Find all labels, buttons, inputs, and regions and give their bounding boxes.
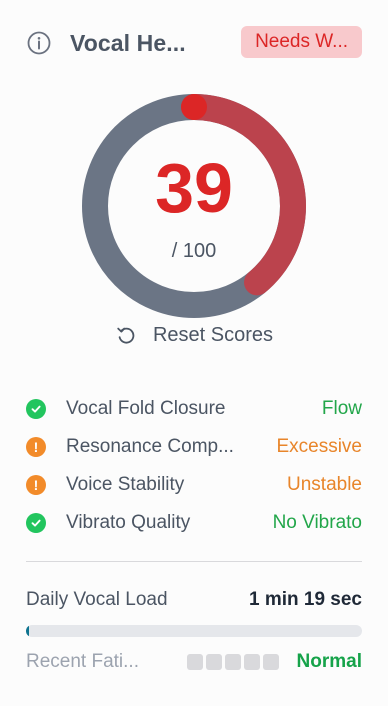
page-title: Vocal He... <box>70 29 186 56</box>
reset-scores-label: Reset Scores <box>152 323 274 346</box>
metrics-list: Vocal Fold Closure Flow ! Resonance Comp… <box>26 390 362 542</box>
daily-load-progress-fill <box>26 625 30 637</box>
fatigue-level-dot <box>224 654 241 670</box>
metric-value: Flow <box>321 398 362 419</box>
fatigue-level-dot <box>205 654 222 670</box>
metric-row: ! Resonance Comp... Excessive <box>26 428 362 466</box>
reset-scores-button[interactable]: Reset Scores <box>0 320 388 350</box>
daily-load-value: 1 min 19 sec <box>248 589 362 610</box>
daily-load-label: Daily Vocal Load <box>26 589 168 610</box>
metric-label: Resonance Comp... <box>66 436 234 457</box>
metric-label: Vocal Fold Closure <box>66 398 226 419</box>
metric-value: Excessive <box>276 436 362 457</box>
check-circle-icon <box>26 513 46 533</box>
info-icon[interactable] <box>26 30 52 56</box>
check-circle-icon <box>26 399 46 419</box>
metric-value: No Vibrato <box>272 512 362 533</box>
divider <box>26 561 362 562</box>
fatigue-level-dot <box>243 654 260 670</box>
recent-fatigue-status: Normal <box>296 651 362 672</box>
warning-circle-icon: ! <box>26 437 46 457</box>
reset-icon <box>115 324 137 346</box>
metric-row: ! Voice Stability Unstable <box>26 466 362 504</box>
metric-label: Vibrato Quality <box>66 512 191 533</box>
score-gauge: 39 / 100 <box>82 94 306 318</box>
daily-load-progress <box>26 625 362 637</box>
recent-fatigue-row: Recent Fati... Normal <box>26 648 362 676</box>
header: Vocal He... Needs W... <box>26 26 362 60</box>
metric-row: Vocal Fold Closure Flow <box>26 390 362 428</box>
status-badge: Needs W... <box>241 26 362 58</box>
fatigue-level-dot <box>262 654 279 670</box>
fatigue-level-indicator <box>186 654 279 670</box>
warning-circle-icon: ! <box>26 475 46 495</box>
vocal-health-panel: Vocal He... Needs W... 39 / 100 Reset Sc… <box>0 0 388 706</box>
recent-fatigue-label: Recent Fati... <box>26 651 139 672</box>
fatigue-level-dot <box>186 654 203 670</box>
metric-value: Unstable <box>287 474 362 495</box>
score-max: / 100 <box>171 240 217 262</box>
metric-row: Vibrato Quality No Vibrato <box>26 504 362 542</box>
metric-label: Voice Stability <box>66 474 185 495</box>
gauge-start-marker <box>181 94 207 120</box>
score-value: 39 <box>155 149 233 227</box>
daily-load-row: Daily Vocal Load 1 min 19 sec <box>26 586 362 614</box>
